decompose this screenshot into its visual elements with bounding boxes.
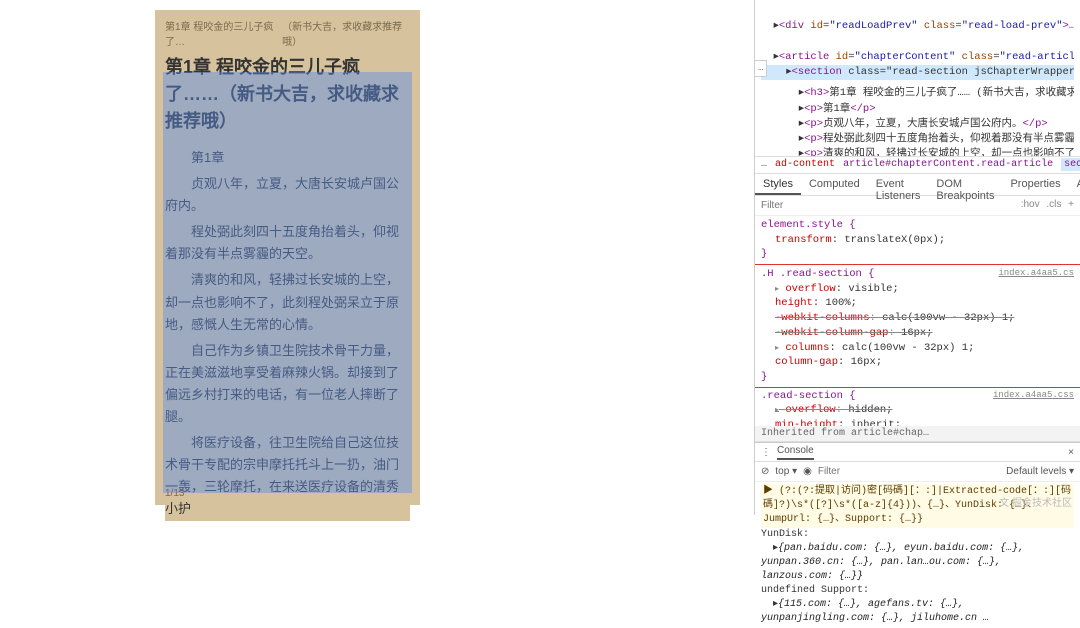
dom-node[interactable]: ▸<p>贞观八年，立夏，大唐长安城卢国公府内。</p> (761, 117, 1074, 132)
chapter-heading: 第1章 程咬金的三儿子疯了……（新书大吉，求收藏求推荐哦） (165, 54, 410, 135)
elements-tree[interactable]: … ▸<div id="readLoadPrev" class="read-lo… (755, 0, 1080, 156)
reader-header: 第1章 程咬金的三儿子疯了… （新书大吉，求收藏求推荐哦） (165, 18, 410, 48)
chapter-paragraph: 第1章 (165, 147, 410, 169)
console-filter-input[interactable] (818, 466, 878, 477)
viewport-pane: 第1章 程咬金的三儿子疯了… （新书大吉，求收藏求推荐哦） 第1章 程咬金的三儿… (0, 0, 755, 515)
ellipsis-badge[interactable]: … (755, 60, 767, 77)
dom-node[interactable]: ▸<article id="chapterContent" class="rea… (761, 50, 1074, 65)
context-selector[interactable]: top ▾ (775, 466, 797, 477)
dom-node[interactable]: ▸<h3>第1章 程咬金的三儿子疯了…… (新书大吉，求收藏求推荐哦)</h3> (761, 86, 1074, 101)
console-vdots-icon[interactable]: ⋮ (761, 447, 771, 458)
dom-node[interactable] (761, 34, 1074, 49)
console-line[interactable]: ▸{pan.baidu.com: {…}, eyun.baidu.com: {…… (761, 542, 1074, 584)
cls-toggle[interactable]: .cls (1046, 199, 1061, 210)
styles-filter-input[interactable] (761, 199, 841, 212)
console-close-icon[interactable]: × (1068, 447, 1074, 458)
styles-tab[interactable]: Properties (1002, 174, 1068, 195)
styles-tabs[interactable]: StylesComputedEvent ListenersDOM Breakpo… (755, 174, 1080, 196)
crumb[interactable]: article#chapterContent.read-article (843, 159, 1053, 170)
crumb[interactable]: … (761, 159, 767, 170)
chapter-paragraph: 清爽的和风，轻拂过长安城的上空，却一点也影响不了，此刻程处弼呆立于原地，感慨人生… (165, 269, 410, 335)
css-rule[interactable]: element.style {transform: translateX(0px… (755, 216, 1080, 265)
dom-node[interactable] (761, 4, 1074, 19)
styles-tab[interactable]: Event Listeners (868, 174, 929, 195)
css-rule[interactable]: .read-section {index.a4aa5.css▸ overflow… (755, 387, 1080, 426)
hov-toggle[interactable]: :hov (1021, 199, 1040, 210)
eye-icon[interactable]: ◉ (803, 466, 812, 477)
console-line[interactable]: undefined Support: (761, 584, 1074, 598)
chapter-paragraph: 将医疗设备，往卫生院给自己这位技术骨干专配的宗申摩托托斗上一扔，油门一轰，三轮摩… (165, 432, 410, 520)
reader-body: 第1章 程咬金的三儿子疯了……（新书大吉，求收藏求推荐哦） 第1章 贞观八年，立… (165, 54, 410, 521)
chapter-paragraph: 贞观八年，立夏，大唐长安城卢国公府内。 (165, 173, 410, 217)
reader-top-title: 第1章 程咬金的三儿子疯了… (165, 18, 282, 48)
dom-node[interactable]: ▸<section class="read-section jsChapterW… (761, 65, 1074, 80)
styles-panel[interactable]: element.style {transform: translateX(0px… (755, 216, 1080, 426)
watermark: 文 掘金技术社区 (999, 494, 1072, 509)
breadcrumb[interactable]: … ad-content article#chapterContent.read… (755, 156, 1080, 174)
dom-node[interactable]: ▸<p>第1章</p> (761, 102, 1074, 117)
dom-node[interactable]: ▸<p>清爽的和风，轻拂过长安城的上空，却一点也影响不了，此刻程处… (761, 147, 1074, 156)
styles-tab[interactable]: Computed (801, 174, 868, 195)
reader-top-hint: （新书大吉，求收藏求推荐哦） (282, 18, 410, 48)
reader-page: 第1章 程咬金的三儿子疯了… （新书大吉，求收藏求推荐哦） 第1章 程咬金的三儿… (155, 10, 420, 505)
console-line[interactable]: ▸{115.com: {…}, agefans.tv: {…}, yunpanj… (761, 598, 1074, 626)
console-tab[interactable]: Console (777, 445, 814, 460)
dom-node[interactable]: ▸<div id="readLoadPrev" class="read-load… (761, 19, 1074, 34)
console-drawer-header: ⋮ Console × (755, 442, 1080, 462)
dom-node[interactable]: ▸<p>程处弼此刻四十五度角抬着头，仰视着那没有半点雾霾的天空。</p> (761, 132, 1074, 147)
css-rule[interactable]: .H .read-section {index.a4aa5.cs▸ overfl… (755, 264, 1080, 388)
console-line[interactable]: YunDisk: (761, 528, 1074, 542)
console-toolbar: ⊘ top ▾ ◉ Default levels ▾ (755, 462, 1080, 482)
new-rule-button[interactable]: + (1068, 199, 1074, 210)
chapter-paragraph: 程处弼此刻四十五度角抬着头，仰视着那没有半点雾霾的天空。 (165, 221, 410, 265)
crumb-selected[interactable]: section.read-section.jsChapterWrapp (1061, 158, 1080, 171)
inherited-from: Inherited from article#chap… (755, 426, 1080, 442)
styles-tab[interactable]: DOM Breakpoints (928, 174, 1002, 195)
clear-console-icon[interactable]: ⊘ (761, 466, 769, 477)
crumb[interactable]: ad-content (775, 159, 835, 170)
page-indicator: 1/13 (165, 488, 184, 499)
devtools-pane: … ▸<div id="readLoadPrev" class="read-lo… (755, 0, 1080, 515)
styles-tab[interactable]: Styles (755, 174, 801, 195)
log-levels[interactable]: Default levels ▾ (1006, 466, 1074, 477)
chapter-paragraph: 自己作为乡镇卫生院技术骨干力量，正在美滋滋地享受着麻辣火锅。却接到了偏远乡村打来… (165, 340, 410, 428)
styles-tab[interactable]: Accessibility (1069, 174, 1080, 195)
